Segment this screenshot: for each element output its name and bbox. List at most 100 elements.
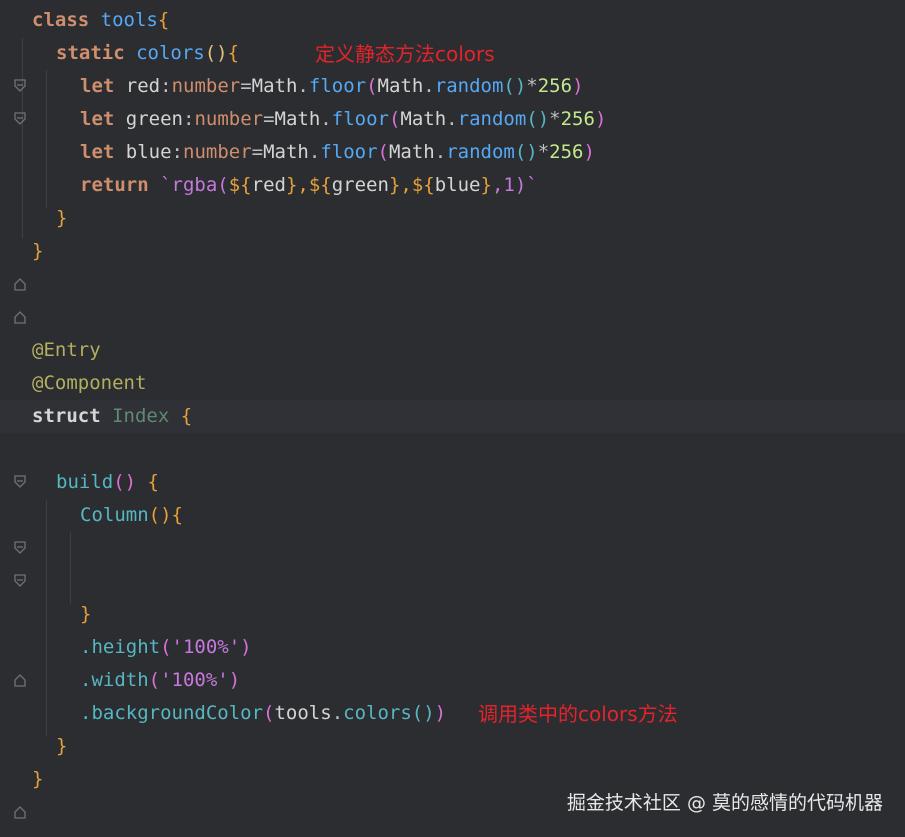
code-line-15[interactable]: build() { [0,466,905,554]
interpolation: }, [388,174,412,196]
function: floor [320,141,378,163]
template-string: `rgba( [160,174,229,196]
code-text: struct Index { [32,400,192,433]
code-text: @Entry [32,334,101,367]
dot: . [320,108,332,130]
paren: ) [434,702,447,724]
variable: blue [434,174,481,196]
code-text: return `rgba(${red},${green},${blue},1)` [80,169,538,202]
code-text: .backgroundColor(tools.colors()) [80,697,446,730]
colon: : [182,108,195,130]
brace: { [157,9,170,31]
identifier: Math [263,141,309,163]
fold-end-icon[interactable] [14,829,30,837]
parens: () [411,702,435,724]
code-line-22[interactable]: .backgroundColor(tools.colors()) [0,697,905,730]
interpolation: ${ [308,174,332,196]
parens: () [148,504,172,526]
code-line-1[interactable]: class tools{ [0,4,905,92]
paren: ) [228,669,241,691]
keyword: let [80,108,115,130]
parens: () [204,42,228,64]
parens: () [503,75,527,97]
interpolation: } [480,174,492,196]
code-line-11[interactable]: @Entry [0,334,905,367]
code-line-16[interactable]: Column(){ [0,499,905,587]
code-editor[interactable]: class tools{ static colors(){ 定义静态方法colo… [0,0,905,837]
parens: () [113,471,137,493]
method-name: colors [136,42,205,64]
variable: blue [125,141,172,163]
component-name: Column [80,504,149,526]
code-line-23[interactable]: } [0,730,905,819]
colon: : [160,75,172,97]
parens: () [514,141,538,163]
paren: ( [366,75,378,97]
identifier: Math [274,108,321,130]
code-text: } [56,202,67,235]
code-line-21[interactable]: .width('100%') [0,664,905,697]
parens: () [526,108,550,130]
code-line-8[interactable]: } [0,235,905,324]
dot: . [308,141,321,163]
variable: green [331,174,389,196]
identifier: Math [377,75,424,97]
code-line-20[interactable]: .height('100%') [0,631,905,664]
code-text: } [32,235,43,268]
dot: . [331,702,344,724]
code-line-19[interactable]: } [0,598,905,687]
paren: ) [240,636,252,658]
paren: ) [594,108,607,130]
paren: ( [148,669,161,691]
operator: = [263,108,275,130]
dot: . [434,141,447,163]
indent-guide [70,532,71,604]
function: floor [308,75,367,97]
brace: { [171,504,183,526]
paren: ( [160,636,172,658]
code-line-12[interactable]: @Component [0,367,905,400]
method-call: .width [80,669,149,691]
code-line-13[interactable]: struct Index { [0,400,905,488]
operator: * [537,141,550,163]
variable: green [125,108,183,130]
dot: . [446,108,458,130]
operator: * [549,108,561,130]
keyword: let [80,141,115,163]
function: random [457,108,527,130]
code-line-3[interactable]: let red:number=Math.floor(Math.random()*… [0,70,905,103]
number: 256 [537,75,573,97]
code-text: .height('100%') [80,631,252,664]
keyword: struct [32,405,101,427]
function: random [446,141,515,163]
keyword: class [32,9,90,31]
struct-name: Index [112,405,170,427]
code-text: } [80,598,91,631]
identifier: tools [274,702,332,724]
code-text: static colors(){ [56,37,239,70]
template-string: ,1)` [491,174,538,196]
brace: } [32,240,44,262]
method-call: .height [80,636,161,658]
code-line-5[interactable]: let blue:number=Math.floor(Math.random()… [0,136,905,169]
code-text: } [32,763,43,796]
annotation-define-static: 定义静态方法colors [315,42,495,66]
code-line-7[interactable]: } [0,202,905,291]
fold-toggle-icon[interactable] [14,565,30,598]
code-line-6[interactable]: return `rgba(${red},${green},${blue},1)` [0,169,905,202]
interpolation: ${ [411,174,435,196]
identifier: Math [388,141,435,163]
operator: * [526,75,538,97]
code-text: .width('100%') [80,664,240,697]
dot: . [423,75,435,97]
dot: . [297,75,309,97]
brace: } [56,207,68,229]
variable: red [251,174,286,196]
code-text: Column(){ [80,499,183,532]
code-line-4[interactable]: let green:number=Math.floor(Math.random(… [0,103,905,136]
code-text: } [56,730,67,763]
fold-end-icon[interactable] [14,301,30,334]
brace: { [147,471,159,493]
variable: red [125,75,161,97]
brace: } [32,768,44,790]
